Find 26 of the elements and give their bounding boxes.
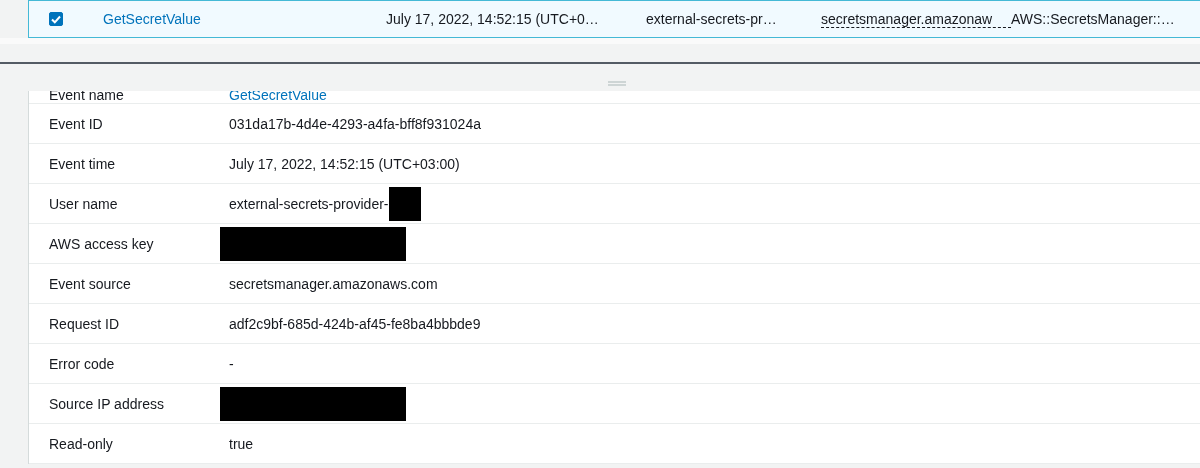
field-value: - bbox=[229, 355, 234, 372]
field-label: Event name bbox=[48, 91, 125, 103]
field-value: July 17, 2022, 14:52:15 (UTC+03:00) bbox=[229, 155, 460, 172]
field-label: Event ID bbox=[48, 115, 104, 132]
field-value: external-secrets-provider- bbox=[229, 195, 389, 212]
field-label: AWS access key bbox=[48, 235, 155, 252]
event-name-link[interactable]: GetSecretValue bbox=[103, 11, 386, 27]
field-label: User name bbox=[48, 195, 119, 212]
table-cell-text: external-secrets-pr… bbox=[646, 11, 778, 27]
field-value: secretsmanager.amazonaws.com bbox=[229, 275, 438, 292]
checkbox[interactable] bbox=[49, 12, 63, 26]
field-label: Event time bbox=[48, 155, 117, 172]
field-label: Request ID bbox=[48, 315, 121, 332]
field-value: 031da17b-4d4e-4293-a4fa-bff8f931024a bbox=[229, 115, 481, 132]
table-cell-text: July 17, 2022, 14:52:15 (UTC+0… bbox=[386, 11, 600, 27]
field-label: Read-only bbox=[48, 435, 114, 452]
table-cell[interactable]: secretsmanager.amazonaw bbox=[821, 10, 1011, 28]
field-label: Event source bbox=[48, 275, 132, 292]
redaction-block bbox=[388, 186, 421, 221]
table-cell: AWS::SecretsManager::… bbox=[1011, 11, 1175, 27]
resize-handle-icon[interactable] bbox=[608, 81, 626, 86]
field-label: Source IP address bbox=[48, 395, 165, 412]
field-value: adf2c9bf-685d-424b-af45-fe8ba4bbbde9 bbox=[229, 315, 481, 332]
field-label: Error code bbox=[48, 355, 116, 372]
event-row[interactable]: GetSecretValue July 17, 2022, 14:52:15 (UTC+0… external-secrets-pr… secretsmanager.amazonaw AWS::SecretsManager::… bbox=[28, 0, 1200, 38]
field-value: true bbox=[229, 435, 254, 452]
